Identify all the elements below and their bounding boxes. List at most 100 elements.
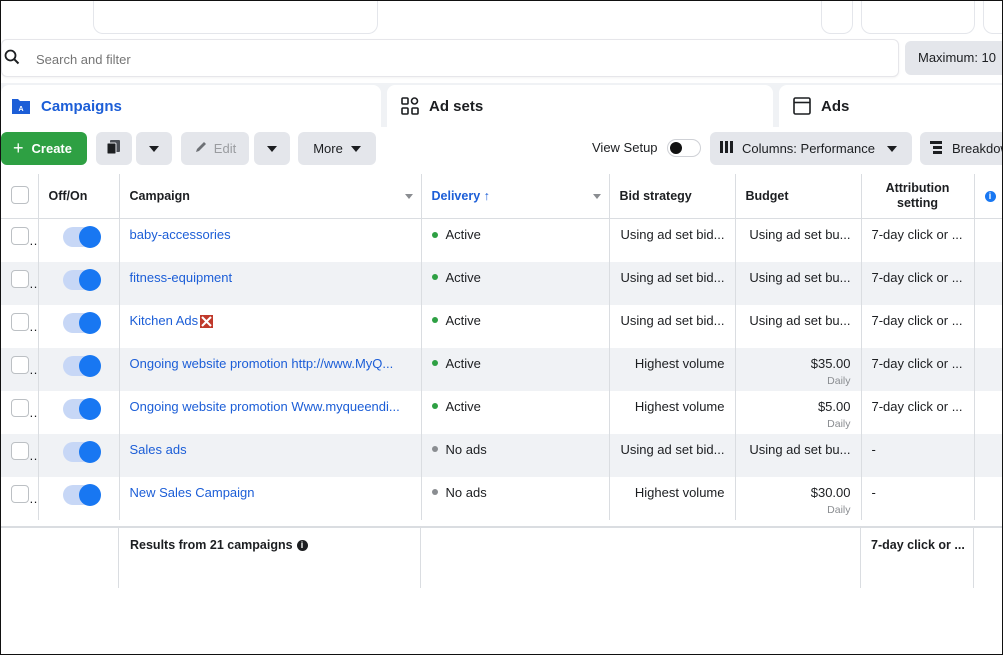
footer-cell: Results from 21 campaigns i [119,528,421,588]
select-all-checkbox[interactable] [11,185,29,204]
tab-ads[interactable]: Ads [779,85,1002,127]
maximum-selector[interactable]: Maximum: 10 [905,41,1002,75]
campaign-name-link[interactable]: fitness-equipment [119,261,422,305]
budget-cell: $30.00 Daily [735,476,862,520]
chevron-down-icon [886,145,897,152]
header-off-on[interactable]: Off/On [38,174,120,219]
header-delivery[interactable]: Delivery ↑ [421,174,610,219]
edit-button[interactable]: Edit [181,132,249,165]
results-summary: Results from 21 campaigns i [130,538,308,552]
tab-ad-sets[interactable]: Ad sets [387,85,773,127]
create-button[interactable]: + Create [1,132,87,165]
chevron-down-icon [149,145,159,152]
row-checkbox[interactable] [11,269,29,288]
top-button-stub[interactable] [861,1,975,34]
table-row[interactable]: Ongoing website promotion Www.myqueendi.… [1,390,1002,434]
campaign-toggle-on[interactable] [62,311,101,334]
campaign-name-link[interactable]: Ongoing website promotion http://www.MyQ… [119,347,422,391]
header-info[interactable]: i [974,174,1002,219]
delivery-cell: No ads [421,476,610,520]
row-checkbox[interactable] [11,227,29,245]
toggle-knob [670,142,682,154]
grid-icon [401,97,419,115]
budget-value: $35.00 [810,355,851,371]
bid-strategy-cell: Highest volume [609,347,736,391]
table-row[interactable]: New Sales Campaign No ads Highest volume… [1,476,1002,520]
status-dot-icon [431,446,438,453]
top-button-stub[interactable] [983,1,1002,34]
edit-dropdown[interactable] [254,132,290,165]
top-input-stub[interactable] [93,1,378,34]
budget-cell: Using ad set bu... [735,218,862,262]
campaign-name-link[interactable]: Sales ads [119,433,422,477]
campaign-toggle-on[interactable] [62,397,101,420]
blank-cell [974,218,1002,262]
table-row[interactable]: Kitchen Ads Active Using ad set bid... U… [1,304,1002,348]
table-row[interactable]: Sales ads No ads Using ad set bid... Usi… [1,433,1002,477]
blank-cell [974,347,1002,391]
delivery-status: No ads [445,441,487,457]
campaign-name-link[interactable]: New Sales Campaign [119,476,422,520]
campaign-name-link[interactable]: baby-accessories [119,218,422,262]
footer-cell [421,528,861,588]
columns-button[interactable]: Columns: Performance [710,132,912,165]
status-dot-icon [431,489,438,496]
row-checkbox[interactable] [11,484,29,503]
delivery-cell: Active [421,390,610,434]
breakdown-button[interactable]: Breakdown [920,132,1002,165]
table-row[interactable]: baby-accessories Active Using ad set bid… [1,218,1002,262]
more-label: More [313,141,343,156]
attribution-cell: - [861,433,975,477]
search-input[interactable] [34,47,878,71]
budget-value: $30.00 [810,484,851,500]
row-checkbox[interactable] [11,312,29,331]
attribution-cell: 7-day click or ... [861,390,975,434]
ad-window-icon [793,97,811,115]
view-setup-toggle[interactable] [667,139,701,157]
row-checkbox[interactable] [11,398,29,417]
delivery-cell: Active [421,261,610,305]
header-budget[interactable]: Budget [735,174,862,219]
campaign-toggle-on[interactable] [62,268,101,291]
toggle-knob [78,397,101,420]
sort-caret-icon[interactable] [404,194,413,199]
more-button[interactable]: More [298,132,376,165]
blank-cell [974,261,1002,305]
duplicate-button[interactable] [96,132,132,165]
pencil-icon [194,140,208,157]
campaign-toggle-on[interactable] [62,354,101,377]
top-button-stub[interactable] [821,1,853,34]
status-dot-icon [431,360,438,367]
blank-cell [974,304,1002,348]
budget-value: Using ad set bu... [749,312,851,328]
row-checkbox[interactable] [11,441,29,460]
tab-ads-label: Ads [821,97,850,115]
bid-strategy-cell: Using ad set bid... [609,433,736,477]
info-icon[interactable]: i [296,540,308,552]
delivery-cell: Active [421,347,610,391]
budget-cell: Using ad set bu... [735,261,862,305]
campaign-name-link[interactable]: Kitchen Ads [119,304,422,348]
table-row[interactable]: Ongoing website promotion http://www.MyQ… [1,347,1002,391]
row-checkbox[interactable] [11,355,29,374]
duplicate-dropdown[interactable] [136,132,172,165]
delivery-cell: Active [421,304,610,348]
bid-strategy-cell: Using ad set bid... [609,261,736,305]
tab-campaigns[interactable]: A Campaigns [1,85,381,127]
campaign-toggle-on[interactable] [62,226,101,248]
header-bid-strategy[interactable]: Bid strategy [609,174,736,219]
toggle-knob [78,354,101,377]
table-row[interactable]: fitness-equipment Active Using ad set bi… [1,261,1002,305]
sort-caret-icon[interactable] [592,194,601,199]
campaign-toggle-on[interactable] [62,440,101,463]
budget-period: Daily [827,374,851,387]
campaign-toggle-on[interactable] [62,483,101,506]
header-campaign[interactable]: Campaign [119,174,422,219]
create-label: Create [31,141,72,156]
header-attribution[interactable]: Attribution setting [861,174,975,219]
footer-attribution: 7-day click or ... [871,538,965,552]
budget-value: Using ad set bu... [749,269,851,285]
campaign-name-link[interactable]: Ongoing website promotion Www.myqueendi.… [119,390,422,434]
status-dot-icon [431,317,438,324]
search-filter-bar[interactable] [1,39,899,77]
